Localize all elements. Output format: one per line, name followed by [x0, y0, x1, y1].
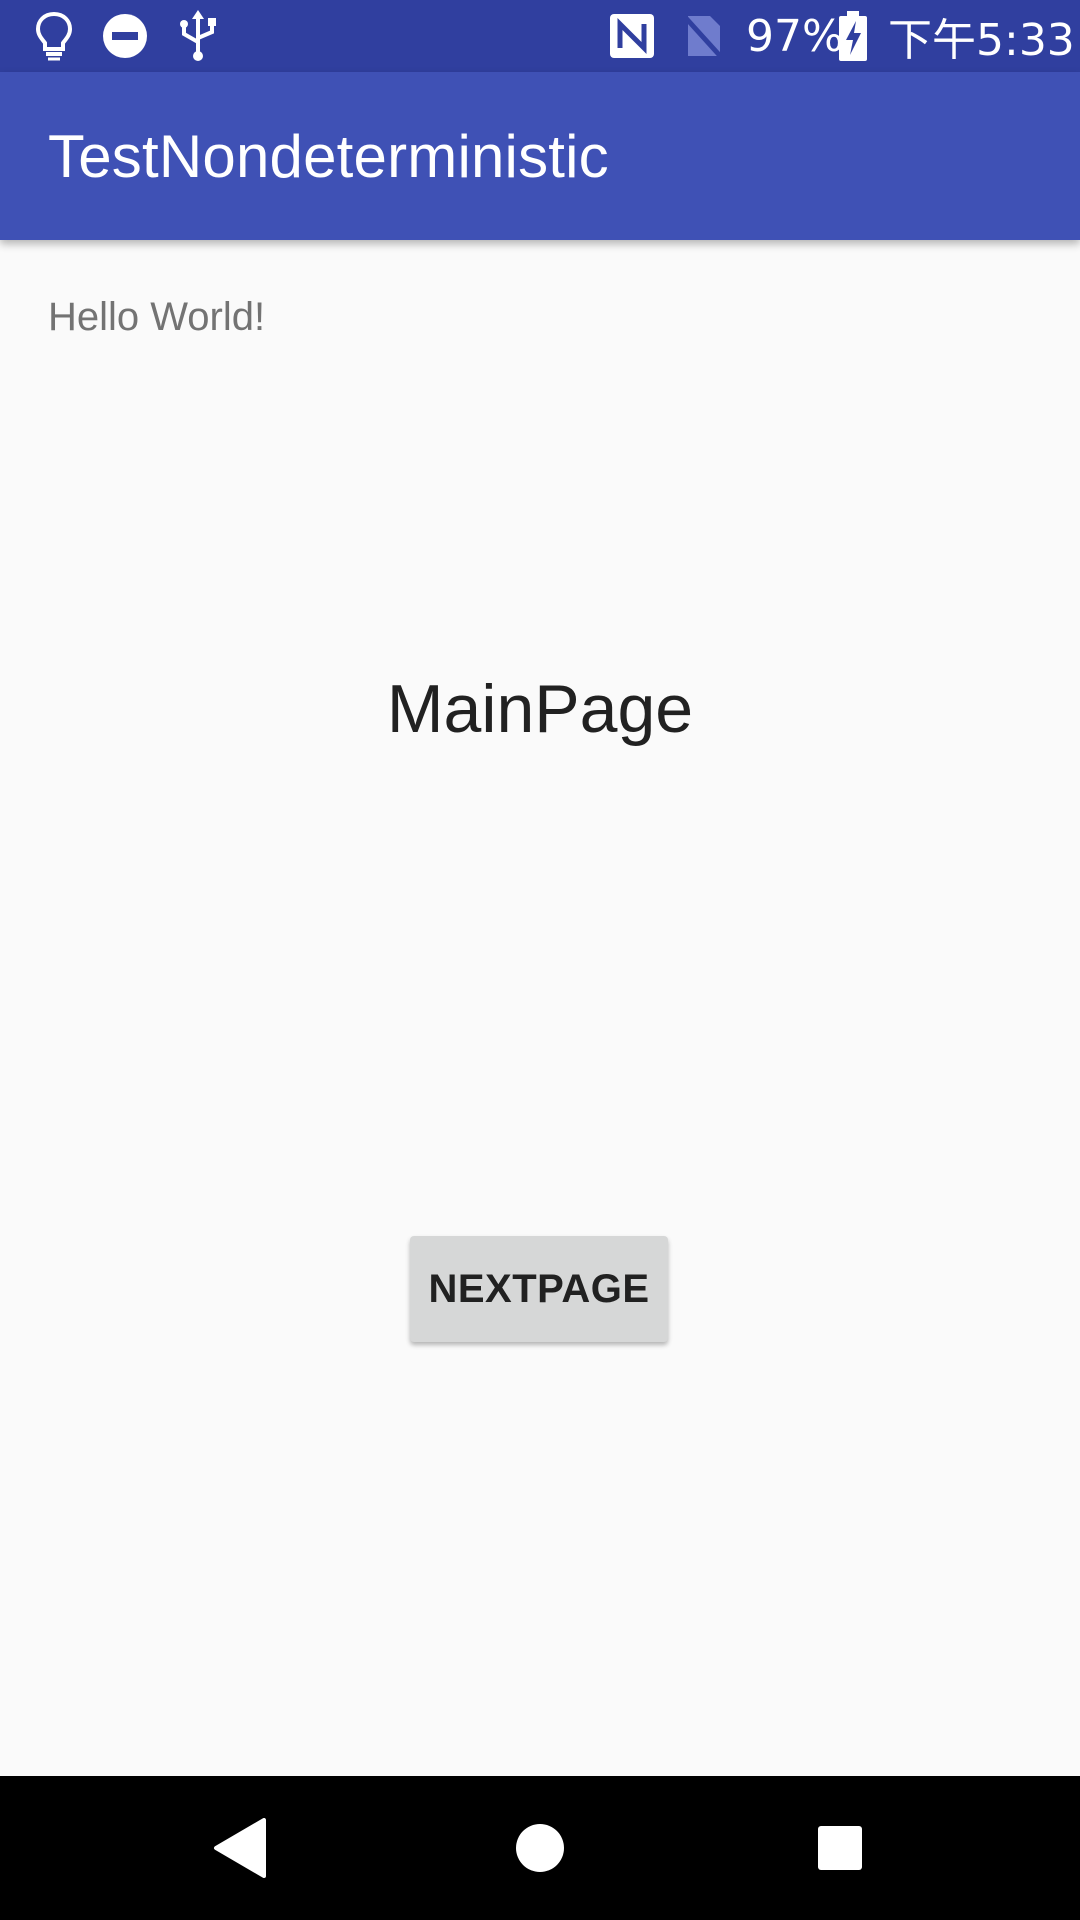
home-icon [516, 1824, 564, 1872]
nfc-icon [608, 0, 656, 72]
recents-icon [818, 1826, 862, 1870]
hello-text: Hello World! [48, 295, 266, 339]
battery-percentage: 97% [746, 10, 844, 62]
next-page-button[interactable]: NEXTPAGE [410, 1236, 668, 1342]
app-bar: TestNondeterministic [0, 72, 1080, 240]
status-time: 下午5:33 [888, 15, 1075, 66]
usb-icon [178, 0, 218, 72]
main-content: Hello World! MainPage NEXTPAGE [0, 240, 1080, 1776]
back-icon [214, 1818, 266, 1878]
status-bar: 97% 下午5:33 [0, 0, 1080, 72]
navigation-bar [0, 1776, 1080, 1920]
page-title: MainPage [386, 671, 694, 747]
app-title: TestNondeterministic [48, 122, 609, 190]
lightbulb-icon [34, 0, 74, 72]
recents-button[interactable] [750, 1776, 930, 1920]
battery-charging-icon [838, 0, 868, 72]
back-button[interactable] [150, 1776, 330, 1920]
screen: 97% 下午5:33 TestNondeterministic Hello Wo… [0, 0, 1080, 1920]
do-not-disturb-icon [102, 0, 148, 72]
home-button[interactable] [450, 1776, 630, 1920]
no-sim-icon [682, 0, 724, 72]
